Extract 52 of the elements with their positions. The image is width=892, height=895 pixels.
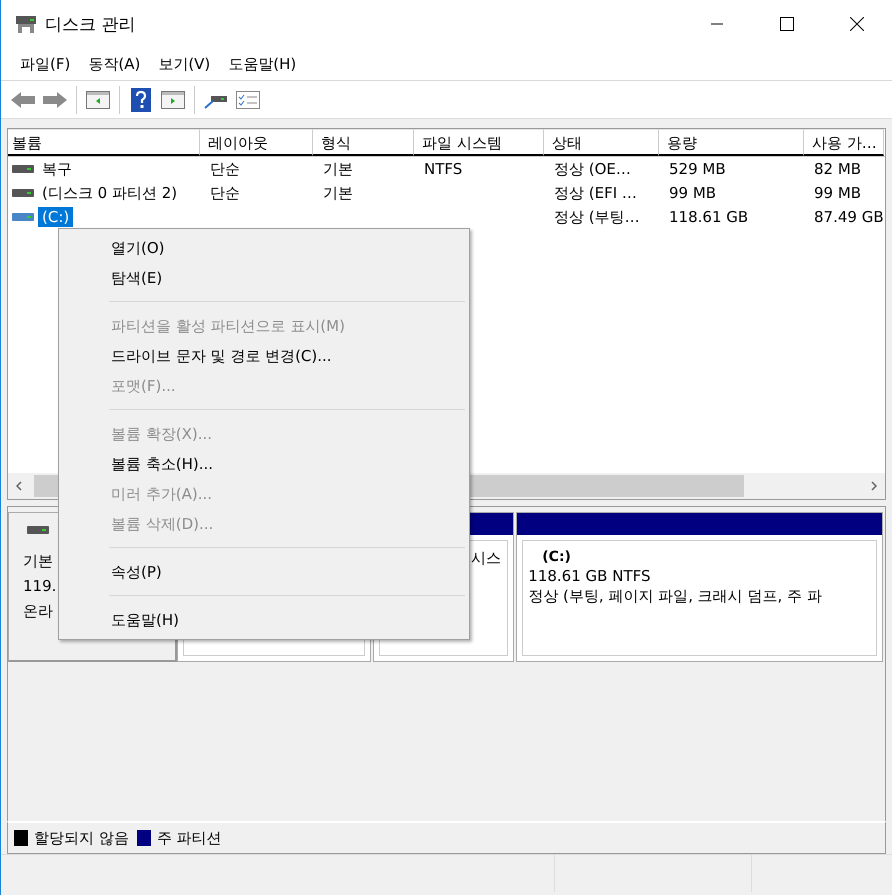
column-header[interactable]: 사용 가… <box>804 129 884 156</box>
table-cell-text: 99 MB <box>813 184 862 202</box>
drive-icon <box>12 188 34 198</box>
column-header[interactable]: 상태 <box>544 129 659 156</box>
partition-info-text: 118.61 GB NTFS <box>528 567 652 585</box>
table-cell-text: 정상 (부팅… <box>553 208 641 226</box>
context-menu-item[interactable]: 탐색(E) <box>61 263 467 293</box>
table-cell-text: 87.49 GB <box>813 208 884 226</box>
table-cell-text: 118.61 GB <box>668 208 750 226</box>
context-menu-item[interactable]: 열기(O) <box>61 233 467 263</box>
partition-info-text: 시스 <box>470 549 502 568</box>
column-header[interactable]: 레이아웃 <box>200 129 313 156</box>
drive-icon <box>12 212 34 222</box>
table-cell-text: 99 MB <box>668 184 718 202</box>
column-header[interactable]: 볼륨 <box>8 129 200 156</box>
disk-info-text: 온라 <box>23 601 53 622</box>
column-header[interactable]: 파일 시스템 <box>414 129 544 156</box>
table-cell-text: 기본 <box>322 160 354 178</box>
table-cell-text: 정상 (EFI … <box>553 184 638 202</box>
table-cell-text: 529 MB <box>668 160 727 178</box>
table-cell-text: 단순 <box>209 184 241 202</box>
menu-item[interactable]: 도움말(H) <box>219 50 306 78</box>
table-cell-text: 단순 <box>209 160 241 178</box>
partition-name: (C:) <box>541 549 572 565</box>
context-menu-item[interactable]: 볼륨 축소(H)... <box>61 449 467 479</box>
menu-item[interactable]: 보기(V) <box>149 50 220 78</box>
legend-label: 할당되지 않음 <box>34 828 129 848</box>
volume-name[interactable]: (C:) <box>38 207 74 227</box>
table-cell-text: 정상 (OE… <box>553 160 632 178</box>
context-menu-item[interactable]: 도움말(H) <box>61 605 467 635</box>
menu-item[interactable]: 동작(A) <box>79 50 150 78</box>
drive-icon <box>12 164 34 174</box>
column-header[interactable]: 형식 <box>313 129 414 156</box>
legend-label: 주 파티션 <box>156 828 222 848</box>
window-title: 디스크 관리 <box>45 14 136 36</box>
context-menu-item[interactable]: 드라이브 문자 및 경로 변경(C)... <box>61 341 467 371</box>
maximize-icon <box>780 17 794 31</box>
disk-info-text: 기본 <box>23 551 53 572</box>
partition-block[interactable]: (C:) 118.61 GB NTFS 정상 (부팅, 페이지 파일, 크래시 덤프, 주 파 <box>516 512 883 662</box>
context-menu-item[interactable]: 속성(P) <box>61 557 467 587</box>
volume-name[interactable]: (디스크 0 파티션 2) <box>38 182 182 204</box>
disk-info-text: 119. <box>23 576 56 597</box>
table-cell-text: 기본 <box>322 184 354 202</box>
partition-info-text: 정상 (부팅, 페이지 파일, 크래시 덤프, 주 파 <box>528 587 823 606</box>
close-icon <box>850 17 864 31</box>
disk-drive-icon <box>15 13 37 35</box>
table-cell-text: 82 MB <box>813 160 862 178</box>
drive-icon <box>27 525 49 535</box>
volume-name[interactable]: 복구 <box>38 158 76 180</box>
table-cell-text: NTFS <box>423 160 464 178</box>
menu-item[interactable]: 파일(F) <box>11 50 80 78</box>
column-header[interactable]: 용량 <box>659 129 804 156</box>
